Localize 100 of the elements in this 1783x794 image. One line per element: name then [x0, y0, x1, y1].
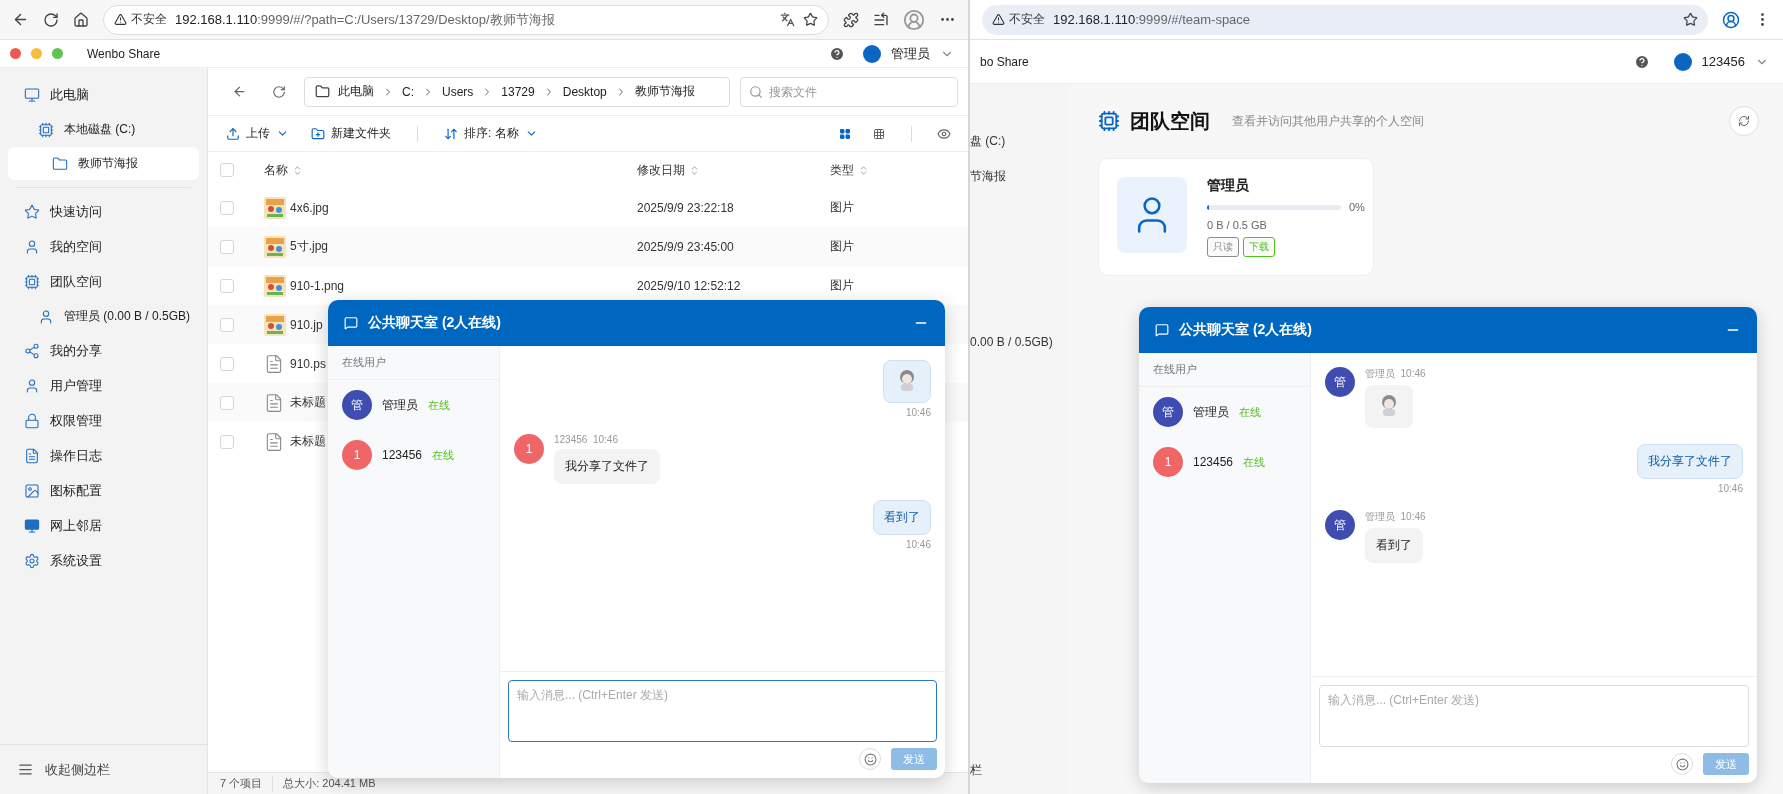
- monitor-icon: [24, 87, 40, 103]
- sidebar-item[interactable]: 管理员 (0.00 B / 0.5GB): [8, 300, 199, 333]
- help-icon[interactable]: [829, 45, 845, 62]
- chip-icon: [24, 274, 40, 290]
- user-name: 管理员: [1193, 403, 1229, 421]
- lock-icon: [24, 413, 40, 429]
- favorites-icon[interactable]: [873, 11, 889, 28]
- sidebar-item[interactable]: 0.00 B / 0.5GB): [970, 324, 1068, 359]
- sidebar-item[interactable]: 快速访问: [8, 195, 199, 229]
- sidebar-item[interactable]: 教师节海报: [8, 147, 199, 180]
- file-name[interactable]: 未标题: [290, 433, 326, 450]
- back-icon[interactable]: [12, 11, 29, 28]
- modified-date: 2025/9/9 23:22:18: [637, 200, 734, 215]
- sidebar-item[interactable]: 用户管理: [8, 369, 199, 403]
- sidebar-item[interactable]: 网上邻居: [8, 509, 199, 543]
- file-name[interactable]: 910.jp: [290, 317, 323, 332]
- profile-icon[interactable]: [1722, 10, 1740, 29]
- bookmark-star-icon[interactable]: [1683, 12, 1698, 27]
- user-avatar[interactable]: [1673, 52, 1692, 71]
- help-icon[interactable]: [1633, 53, 1650, 70]
- user-avatar[interactable]: [863, 44, 881, 63]
- breadcrumb-item[interactable]: 13729: [501, 84, 535, 99]
- document-icon: [24, 448, 40, 464]
- breadcrumb-item[interactable]: 教师节海报: [634, 83, 695, 100]
- column-header[interactable]: 修改日期: [637, 161, 830, 179]
- security-indicator[interactable]: 不安全: [992, 11, 1045, 28]
- sidebar-item[interactable]: 团队空间: [8, 265, 199, 299]
- user-avatar: 1: [1153, 447, 1183, 477]
- translate-icon[interactable]: [780, 12, 795, 27]
- grid-icon: [873, 127, 885, 140]
- row-checkbox[interactable]: [220, 239, 234, 254]
- sidebar-item[interactable]: 盘 (C:): [970, 124, 1068, 159]
- address-bar[interactable]: 不安全 192.168.1.110:9999/#/?path=C:/Users/13729/Desktop/教师节海报: [103, 4, 829, 35]
- breadcrumb-item[interactable]: Desktop: [562, 84, 607, 99]
- user-name[interactable]: 123456: [1701, 54, 1745, 69]
- usage-text: 0 B / 0.5 GB: [1207, 219, 1268, 231]
- url-text: 192.168.1.110:9999/#/?path=C:/Users/13729/Desktop/教师节海报: [175, 10, 555, 29]
- security-indicator[interactable]: 不安全: [114, 11, 167, 28]
- home-icon[interactable]: [73, 11, 89, 28]
- breadcrumb-item[interactable]: C:: [402, 84, 414, 99]
- row-checkbox[interactable]: [220, 356, 234, 371]
- space-card[interactable]: 管理员 0% 0 B / 0.5 GB 只读 下载: [1098, 158, 1374, 276]
- bookmark-star-icon[interactable]: [803, 12, 818, 27]
- usage-percent: 0%: [1349, 201, 1365, 213]
- refresh-button[interactable]: [1729, 106, 1759, 136]
- column-header[interactable]: 名称: [264, 161, 637, 179]
- row-checkbox[interactable]: [220, 395, 234, 410]
- user-name: 123456: [382, 448, 423, 462]
- upload-button[interactable]: 上传: [218, 119, 297, 148]
- reload-icon[interactable]: [43, 11, 59, 28]
- file-name[interactable]: 4x6.jpg: [290, 200, 329, 215]
- permission-tag: 只读: [1207, 237, 1239, 257]
- message-bubble: 看到了: [1365, 528, 1423, 563]
- file-name[interactable]: 未标题: [290, 394, 326, 411]
- message-time: 10:46: [1717, 483, 1743, 494]
- collapse-sidebar-button[interactable]: 栏: [970, 746, 1068, 794]
- sidebar-item[interactable]: 节海报: [970, 159, 1068, 194]
- user-name[interactable]: 管理员: [891, 44, 930, 63]
- row-checkbox[interactable]: [220, 200, 234, 215]
- message-meta: 管理员 10:46: [1365, 367, 1426, 381]
- document-icon: [264, 392, 284, 413]
- row-checkbox[interactable]: [220, 434, 234, 449]
- sidebar-item[interactable]: 我的空间: [8, 230, 199, 264]
- collapse-sidebar-button[interactable]: 收起侧边栏: [0, 744, 207, 794]
- sort-button[interactable]: 排序: 名称: [436, 119, 546, 148]
- sidebar-item[interactable]: 本地磁盘 (C:): [8, 113, 199, 146]
- file-name[interactable]: 910-1.png: [290, 278, 345, 293]
- row-checkbox[interactable]: [220, 278, 234, 293]
- message-meta: 123456 10:46: [554, 434, 618, 445]
- breadcrumb-item[interactable]: 此电脑: [338, 83, 374, 100]
- row-checkbox[interactable]: [220, 317, 234, 332]
- column-header[interactable]: 类型: [830, 161, 956, 179]
- sidebar-item[interactable]: 我的分享: [8, 334, 199, 368]
- profile-icon[interactable]: [903, 8, 925, 31]
- close-dot[interactable]: [10, 48, 21, 59]
- url-text: 192.168.1.110:9999/#/team-space: [1053, 12, 1251, 27]
- folder-icon: [315, 84, 330, 99]
- permission-tag: 下载: [1243, 237, 1275, 257]
- message-input[interactable]: 输入消息... (Ctrl+Enter 发送): [508, 680, 937, 742]
- user-name: 管理员: [382, 396, 418, 414]
- panel-heading: 在线用户: [328, 346, 499, 380]
- extensions-icon[interactable]: [843, 11, 859, 28]
- sidebar-item[interactable]: 此电脑: [8, 78, 199, 112]
- address-bar[interactable]: 不安全 192.168.1.110:9999/#/team-space: [982, 4, 1708, 35]
- search-field[interactable]: 搜索文件: [740, 76, 958, 107]
- sort-icon: [858, 164, 869, 176]
- new-folder-button[interactable]: 新建文件夹: [303, 119, 399, 148]
- sort-icon: [292, 164, 303, 176]
- sidebar-item[interactable]: 操作日志: [8, 439, 199, 473]
- minimize-dot[interactable]: [31, 48, 42, 59]
- user-icon: [38, 308, 54, 325]
- maximize-dot[interactable]: [52, 48, 63, 59]
- file-name[interactable]: 5寸.jpg: [290, 238, 329, 255]
- sidebar-item[interactable]: 图标配置: [8, 474, 199, 508]
- file-name[interactable]: 910.ps: [290, 356, 327, 371]
- upload-icon: [226, 126, 240, 141]
- breadcrumb-item[interactable]: Users: [442, 84, 474, 99]
- sidebar-item[interactable]: 权限管理: [8, 404, 199, 438]
- select-all-checkbox[interactable]: [220, 163, 234, 177]
- sidebar-item[interactable]: 系统设置: [8, 544, 199, 578]
